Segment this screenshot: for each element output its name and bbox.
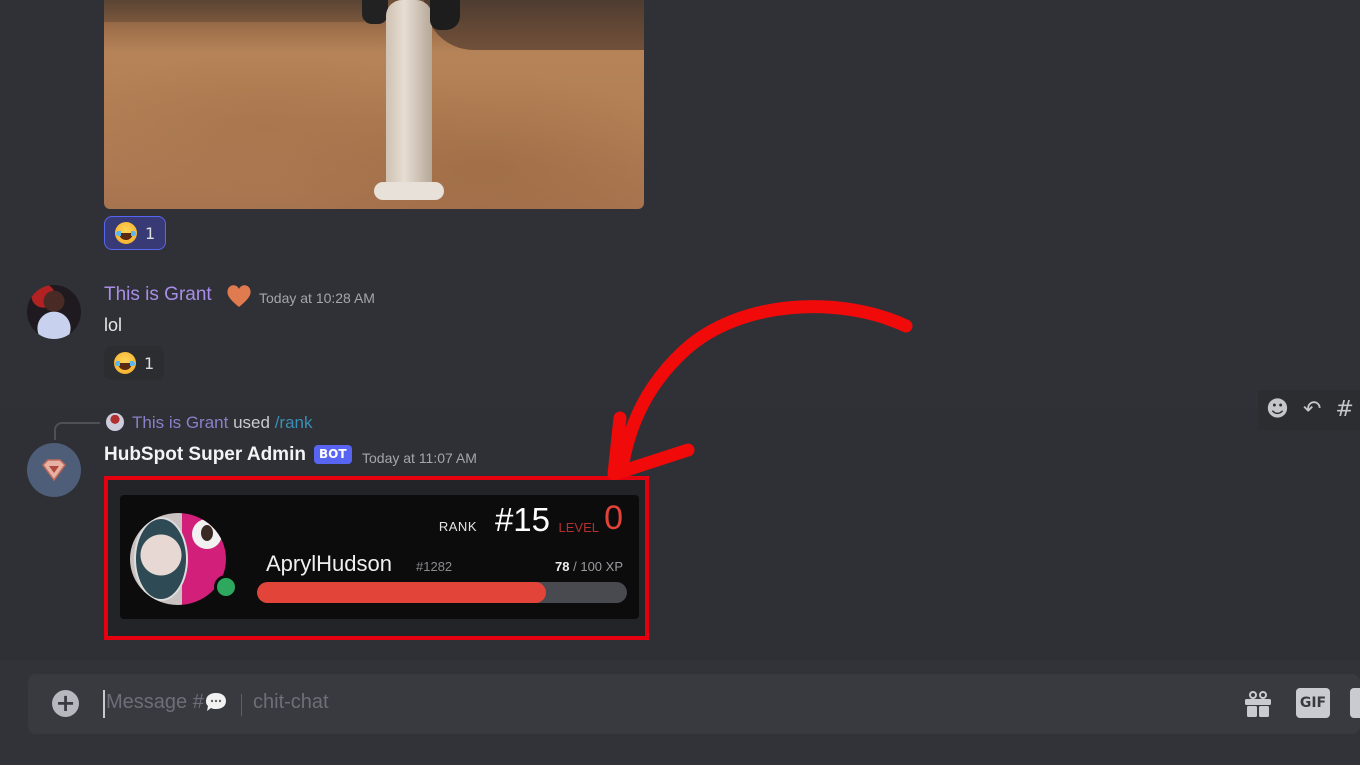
reaction-joy[interactable]: 1 <box>104 216 167 250</box>
avatar-hubspot-super-admin[interactable] <box>27 443 81 497</box>
bot-gem-icon <box>41 459 67 482</box>
xp-current: 78 <box>555 559 570 574</box>
gif-figure <box>362 0 388 24</box>
avatar-thought-bubble <box>192 519 222 549</box>
highlight-frame: RANK #15 LEVEL 0 AprylHudson #1282 78 / … <box>104 476 649 640</box>
rank-card-avatar <box>130 513 226 605</box>
reaction-joy[interactable]: 1 <box>104 346 165 380</box>
sticker-button[interactable] <box>1350 688 1360 718</box>
gif-figure-arm <box>430 0 460 30</box>
reply-used: used <box>233 413 270 432</box>
xp-readout: 78 / 100 XP <box>555 559 623 574</box>
orange-heart-icon <box>227 285 251 307</box>
level-value: 0 <box>604 499 623 537</box>
reply-icon[interactable]: ↶ <box>1303 399 1321 421</box>
gif-button[interactable]: GIF <box>1296 688 1330 718</box>
level-label: LEVEL <box>558 520 599 535</box>
reaction-count: 1 <box>145 223 156 243</box>
reply-command[interactable]: /rank <box>275 413 313 432</box>
author-name[interactable]: HubSpot Super Admin <box>104 444 306 466</box>
rank-card: RANK #15 LEVEL 0 AprylHudson #1282 78 / … <box>120 495 639 619</box>
xp-total: / 100 XP <box>573 559 623 574</box>
joy-emoji-icon <box>115 222 137 244</box>
message-timestamp: Today at 10:28 AM <box>259 290 375 306</box>
message-input-placeholder[interactable]: Message # <box>106 691 204 714</box>
author-name[interactable]: This is Grant <box>104 284 212 306</box>
text-caret <box>103 690 105 718</box>
add-reaction-icon[interactable]: ☻ <box>1266 399 1289 421</box>
message-text: lol <box>104 315 123 335</box>
rank-discriminator: #1282 <box>416 559 453 574</box>
chat-area: 1 This is Grant Today at 10:28 AM lol 1 … <box>0 0 1360 660</box>
gif-figure-shoe <box>374 182 444 200</box>
rank-value: #15 <box>494 501 550 538</box>
reply-user[interactable]: This is Grant <box>132 413 228 432</box>
rank-label: RANK <box>438 519 477 534</box>
online-status-icon <box>214 575 238 599</box>
joy-emoji-icon <box>114 352 136 374</box>
reaction-count: 1 <box>144 353 155 373</box>
xp-progress-fill <box>257 582 546 603</box>
gif-figure-legs <box>386 0 432 200</box>
speech-bubble-icon <box>206 693 226 711</box>
avatar-this-is-grant[interactable] <box>27 285 81 339</box>
thread-icon[interactable]: # <box>1335 399 1353 421</box>
reply-avatar <box>106 413 124 431</box>
command-reply-context[interactable]: This is Grant used /rank <box>132 413 313 433</box>
gif-attachment[interactable] <box>104 0 644 209</box>
avatar-face <box>134 517 188 601</box>
gif-background <box>104 0 364 22</box>
reply-connector <box>54 422 100 440</box>
xp-progress-bar <box>257 582 627 603</box>
upload-plus-button[interactable]: + <box>52 690 79 717</box>
bot-tag: BOT <box>314 445 352 464</box>
message-timestamp: Today at 11:07 AM <box>362 450 477 466</box>
gift-icon[interactable] <box>1243 689 1273 719</box>
channel-name: chit-chat <box>253 691 329 713</box>
placeholder-separator <box>241 694 242 716</box>
message-composer[interactable] <box>28 674 1360 734</box>
rank-username: AprylHudson <box>266 551 392 576</box>
message-actions-toolbar: ☻ ↶ # <box>1258 390 1360 430</box>
